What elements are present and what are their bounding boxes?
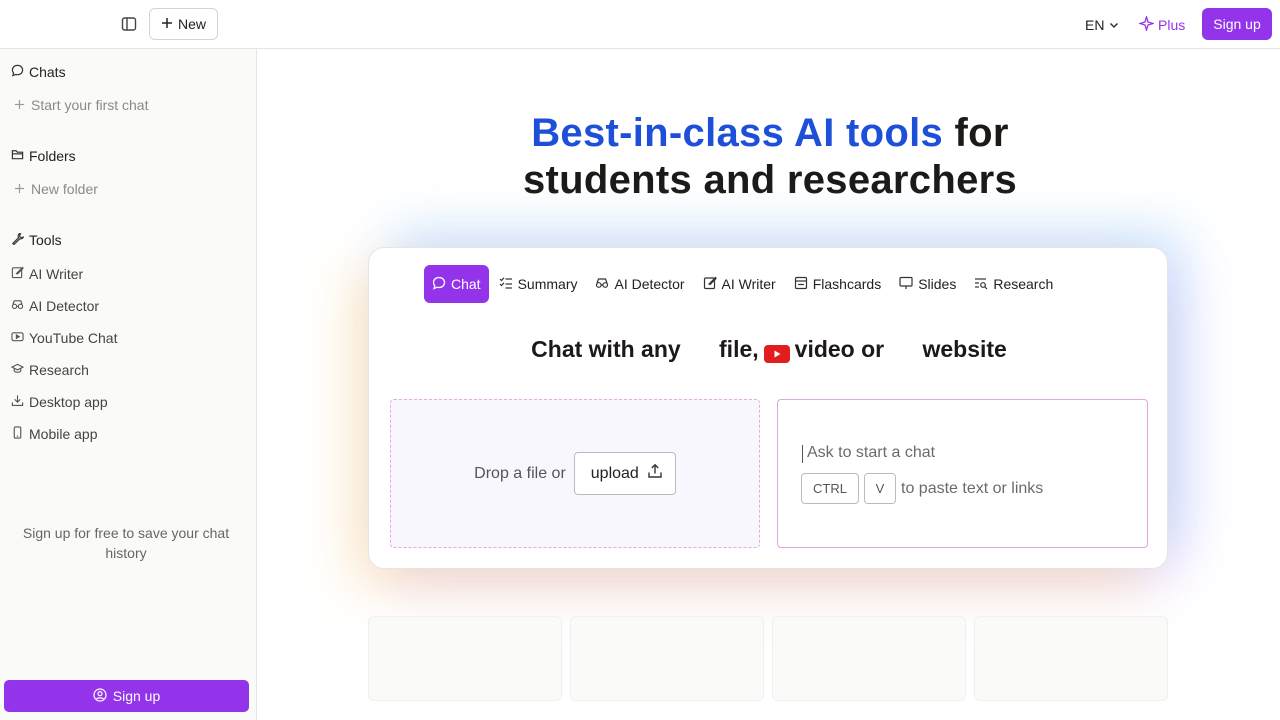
sidebar-item-research[interactable]: Research: [10, 360, 89, 380]
tool-card: Chat Summary AI Detector AI Writer Flash…: [368, 247, 1168, 569]
feature-card-placeholder: [570, 616, 764, 701]
plus-icon: [14, 181, 25, 197]
v-key: V: [864, 473, 896, 504]
tab-ai-writer[interactable]: AI Writer: [695, 265, 784, 303]
hero-accent-text: Best-in-class AI tools: [531, 111, 944, 155]
sparkle-icon: [1137, 14, 1156, 34]
language-select[interactable]: EN: [1085, 14, 1119, 36]
tool-tabs: Chat Summary AI Detector AI Writer Flash…: [424, 265, 1063, 303]
card-title-part-1: Chat with any file,: [531, 336, 759, 362]
paste-hint-text: to paste text or links: [901, 479, 1044, 497]
tab-label: Summary: [517, 276, 578, 292]
hero-line-1: Best-in-class AI tools for: [430, 110, 1110, 157]
tab-label: Chat: [451, 276, 481, 292]
start-chat-label: Start your first chat: [31, 97, 149, 113]
upload-label: upload: [590, 464, 639, 482]
glasses-icon: [11, 298, 24, 314]
sidebar-item-label: AI Detector: [29, 298, 100, 314]
sidebar: Chats Start your first chat Folders New …: [0, 49, 257, 720]
signup-button-sidebar[interactable]: Sign up: [4, 680, 249, 712]
phone-icon: [11, 426, 24, 442]
language-label: EN: [1085, 17, 1105, 33]
hero-heading: Best-in-class AI tools for students and …: [430, 110, 1110, 204]
tab-label: Slides: [918, 276, 957, 292]
user-circle-icon: [93, 687, 107, 705]
folder-icon: [11, 148, 24, 164]
chats-heading-label: Chats: [29, 64, 66, 80]
tab-ai-detector[interactable]: AI Detector: [587, 265, 692, 303]
download-icon: [11, 394, 24, 410]
sidebar-item-desktop-app[interactable]: Desktop app: [11, 392, 108, 412]
hero-line-1-rest: for: [954, 111, 1009, 155]
plus-icon: [161, 16, 173, 32]
folders-heading-label: Folders: [29, 148, 76, 164]
tab-chat[interactable]: Chat: [424, 265, 489, 303]
upload-button[interactable]: upload: [573, 452, 676, 495]
sidebar-toggle-icon[interactable]: [119, 14, 139, 34]
video-icon: [11, 330, 24, 346]
tools-heading-label: Tools: [29, 232, 62, 248]
plus-upgrade-button[interactable]: Plus: [1137, 14, 1186, 36]
feature-card-placeholder: [772, 616, 966, 701]
presentation-icon: [899, 276, 913, 293]
tools-heading: Tools: [11, 232, 62, 248]
youtube-icon: [763, 345, 790, 363]
paste-hint: CTRL V to paste text or links: [801, 473, 1043, 504]
ctrl-key: CTRL: [801, 473, 859, 504]
chats-heading: Chats: [11, 64, 66, 80]
glasses-icon: [595, 276, 609, 293]
sidebar-item-label: Desktop app: [29, 394, 108, 410]
pencil-icon: [11, 266, 24, 282]
tab-research[interactable]: Research: [966, 265, 1061, 303]
chat-bubble-icon: [432, 276, 446, 293]
sidebar-item-label: AI Writer: [29, 266, 84, 282]
checklist-icon: [499, 276, 513, 293]
sidebar-item-ai-detector[interactable]: AI Detector: [11, 296, 99, 316]
sidebar-item-label: Mobile app: [29, 426, 98, 442]
feature-card-placeholder: [368, 616, 562, 701]
plus-icon: [14, 97, 25, 113]
signup-prompt-text: Sign up for free to save your chat histo…: [22, 525, 230, 561]
graduation-cap-icon: [10, 362, 25, 378]
sidebar-item-mobile-app[interactable]: Mobile app: [11, 424, 98, 444]
card-title: Chat with any file, video or website: [369, 336, 1169, 363]
chevron-down-icon: [1109, 17, 1119, 33]
sidebar-item-label: YouTube Chat: [29, 330, 118, 346]
tab-label: AI Detector: [614, 276, 685, 292]
new-chat-button[interactable]: New: [149, 8, 218, 40]
start-first-chat-link[interactable]: Start your first chat: [14, 97, 148, 113]
upload-icon: [647, 463, 663, 484]
tab-flashcards[interactable]: Flashcards: [786, 265, 889, 303]
signup-button-top[interactable]: Sign up: [1202, 8, 1272, 40]
folders-heading: Folders: [11, 148, 76, 164]
file-dropzone[interactable]: Drop a file or upload: [390, 399, 760, 548]
flashcards-icon: [794, 276, 808, 293]
tab-label: AI Writer: [721, 276, 776, 292]
new-folder-label: New folder: [31, 181, 98, 197]
drop-file-text: Drop a file or: [474, 464, 566, 482]
chat-bubble-icon: [11, 64, 24, 80]
new-button-label: New: [177, 16, 206, 32]
signup-label: Sign up: [112, 688, 161, 704]
wrench-icon: [11, 232, 25, 248]
new-folder-link[interactable]: New folder: [14, 181, 98, 197]
tab-label: Flashcards: [812, 276, 882, 292]
tab-label: Research: [993, 276, 1054, 292]
pencil-icon: [703, 275, 717, 293]
sidebar-item-label: Research: [29, 362, 89, 378]
plus-label: Plus: [1158, 17, 1186, 33]
sidebar-item-ai-writer[interactable]: AI Writer: [11, 264, 83, 284]
tab-slides[interactable]: Slides: [891, 265, 964, 303]
text-search-icon: [974, 276, 988, 293]
chat-input-box[interactable]: CTRL V to paste text or links: [777, 399, 1148, 548]
tab-summary[interactable]: Summary: [491, 265, 586, 303]
hero-line-2: students and researchers: [522, 158, 1018, 202]
card-title-part-2: video or website: [794, 336, 1007, 362]
chat-input[interactable]: [801, 444, 1121, 462]
sidebar-item-youtube-chat[interactable]: YouTube Chat: [11, 328, 117, 348]
top-bar: New EN Plus Sign up: [0, 0, 1280, 49]
feature-card-placeholder: [974, 616, 1168, 701]
